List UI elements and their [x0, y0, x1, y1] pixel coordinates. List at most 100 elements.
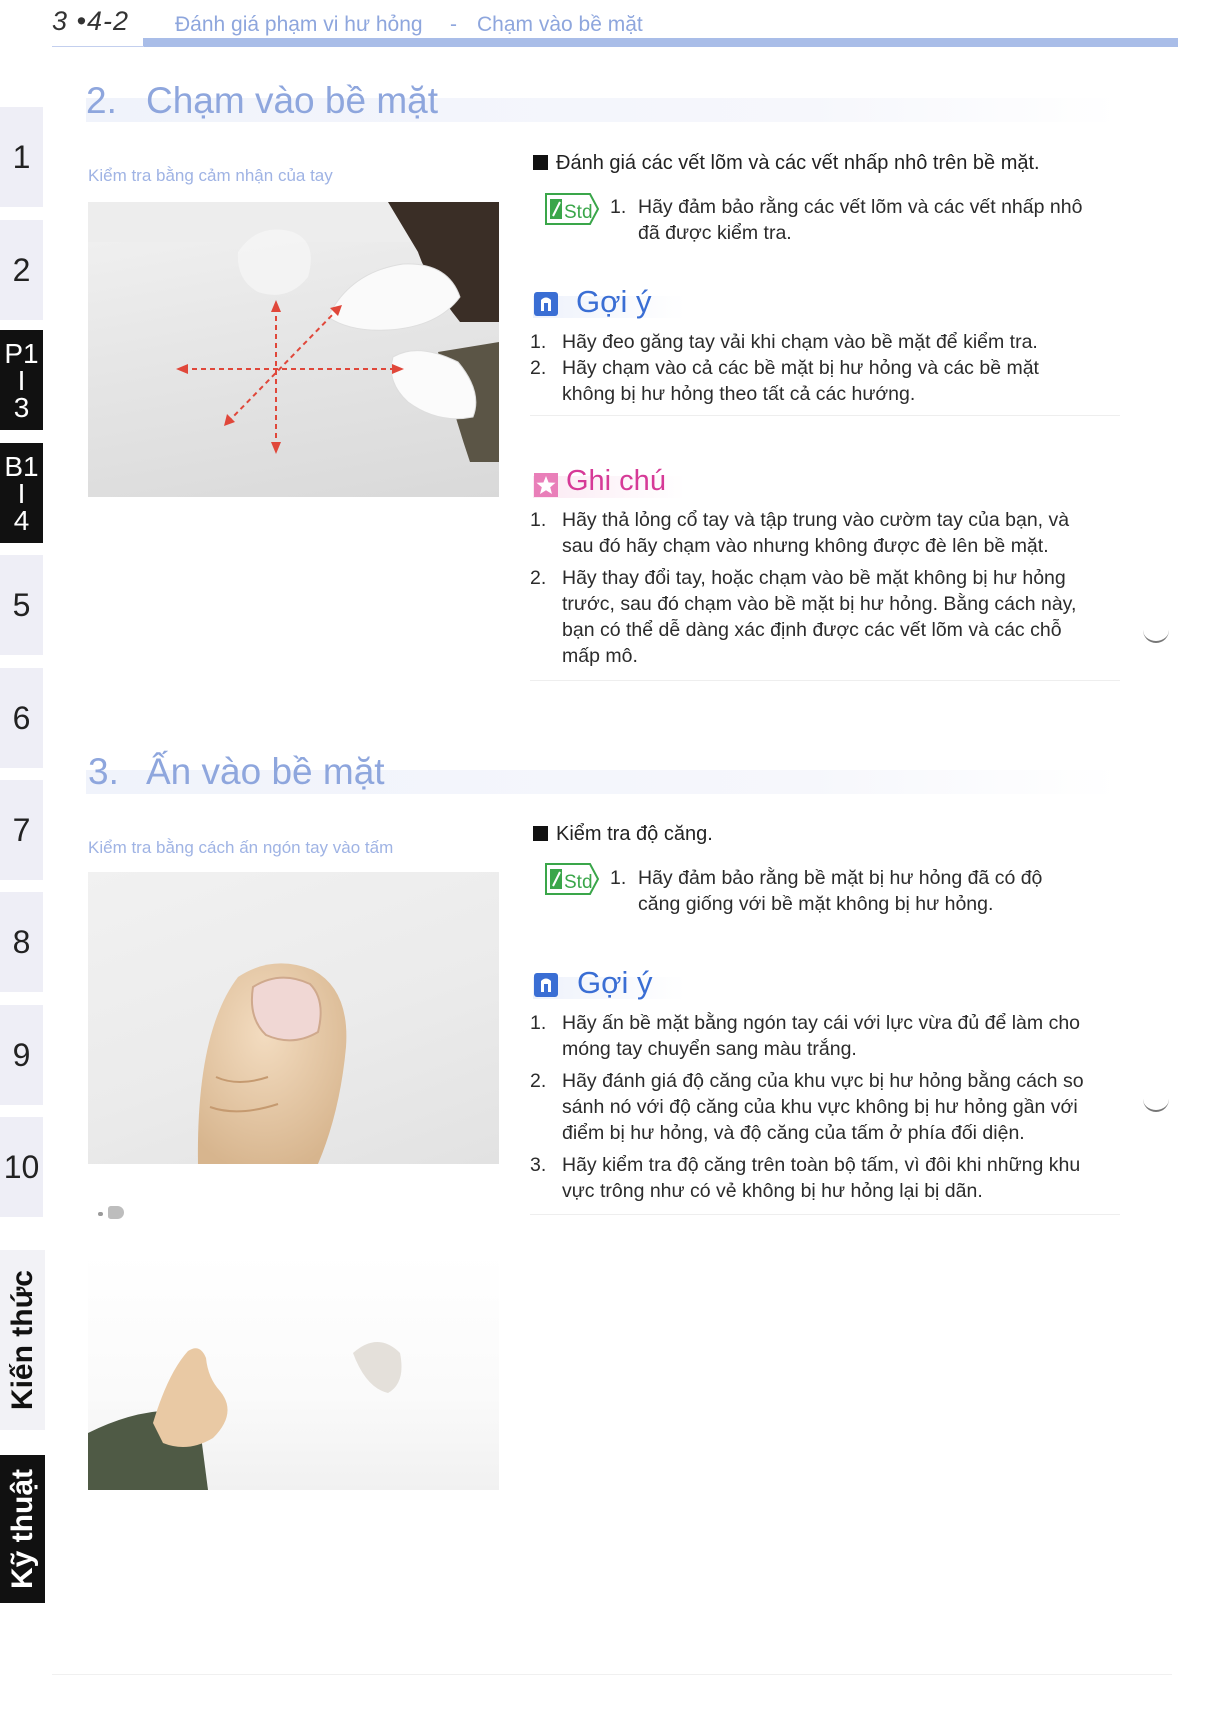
- item-line: Hãy đảm bảo rằng bề mặt bị hư hỏng đã có…: [638, 867, 1043, 889]
- side-tab-label: 2: [12, 251, 31, 288]
- side-tab-line: 4: [13, 504, 30, 536]
- item-line: mấp mô.: [562, 645, 638, 667]
- photo-thumb-pressing-panel: [88, 872, 499, 1164]
- side-tab-ky-thuat[interactable]: Kỹ thuật: [0, 1455, 45, 1603]
- section-2-title: Chạm vào bề mặt: [146, 80, 439, 121]
- star-icon: [533, 472, 559, 498]
- side-tab-2[interactable]: 2: [0, 220, 43, 320]
- divider: [530, 1214, 1120, 1215]
- side-tab-line: I: [17, 477, 26, 509]
- side-tab-label: 5: [12, 586, 31, 623]
- section-2-note-2: 2. Hãy thay đổi tay, hoặc chạm vào bề mặ…: [530, 565, 1130, 669]
- item-line: vực trông như có vẻ không bị hư hỏng lại…: [562, 1180, 983, 1202]
- item-line: bạn có thể dễ dàng xác định được các vết…: [562, 619, 1062, 641]
- footer-rule: [52, 1674, 1172, 1675]
- item-line: căng giống với bề mặt không bị hư hỏng.: [638, 893, 994, 915]
- section-2-note-title: Ghi chú: [566, 465, 666, 497]
- photo-illustration: [88, 1342, 402, 1490]
- item-number: 1.: [610, 196, 627, 218]
- item-number: 3.: [530, 1154, 547, 1176]
- tip-lightbulb-icon: [533, 291, 559, 317]
- item-line: Hãy đeo găng tay vải khi chạm vào bề mặt…: [562, 331, 1038, 353]
- std-badge-icon: Std: [544, 862, 600, 896]
- photo-gloved-hands-touching: [88, 202, 499, 497]
- tip-lightbulb-icon: [533, 972, 559, 998]
- header-topic: Chạm vào bề mặt: [477, 13, 643, 36]
- item-line: điểm bị hư hỏng, và độ căng của tấm ở ph…: [562, 1122, 1025, 1144]
- side-tab-line: B1: [4, 450, 39, 482]
- header-underline: [52, 46, 144, 47]
- side-tab-label: 9: [12, 1036, 31, 1073]
- section-2-tip-2: 2. Hãy chạm vào cả các bề mặt bị hư hỏng…: [530, 355, 1130, 407]
- item-number: 1.: [530, 509, 547, 531]
- side-tab-line: P1: [4, 337, 39, 369]
- side-tab-line: 3: [13, 391, 30, 423]
- item-line: Hãy chạm vào cả các bề mặt bị hư hỏng và…: [562, 357, 1039, 379]
- side-tab-label: 7: [12, 811, 31, 848]
- section-3-tip-2: 2. Hãy đánh giá độ căng của khu vực bị h…: [530, 1068, 1130, 1146]
- item-number: 2.: [530, 1070, 547, 1092]
- photo-illustration: [197, 963, 347, 1164]
- header-chapter: Đánh giá phạm vi hư hỏng: [175, 13, 423, 36]
- item-line: móng tay chuyển sang màu trắng.: [562, 1038, 857, 1060]
- section-2-photo-caption: Kiểm tra bằng cảm nhận của tay: [88, 166, 333, 185]
- side-tab-10[interactable]: 10: [0, 1117, 43, 1217]
- section-3-title: Ấn vào bề mặt: [146, 751, 385, 792]
- section-2-bullet: Đánh giá các vết lõm và các vết nhấp nhô…: [533, 152, 1040, 175]
- std-label: Std: [564, 202, 593, 223]
- item-line: sánh nó với độ căng của khu vực không bị…: [562, 1096, 1078, 1118]
- photo-hand-pointing-panel: [88, 1253, 499, 1490]
- divider: [530, 680, 1120, 681]
- item-number: 1.: [530, 1012, 547, 1034]
- photo-illustration: [88, 202, 499, 462]
- binding-hole-mark: [1143, 615, 1169, 643]
- section-3-bullet-text: Kiểm tra độ căng.: [556, 823, 713, 845]
- side-tab-kien-thuc[interactable]: Kiến thức: [0, 1250, 45, 1430]
- square-bullet-icon: [533, 155, 548, 170]
- item-line: Hãy thay đổi tay, hoặc chạm vào bề mặt k…: [562, 567, 1066, 589]
- item-number: 2.: [530, 357, 547, 379]
- item-line: không bị hư hỏng theo tất cả các hướng.: [562, 383, 916, 405]
- header-bar: [143, 38, 1178, 47]
- std-badge-icon: Std: [544, 192, 600, 226]
- section-3-number: 3.: [88, 751, 119, 792]
- section-3-std-item: 1. Hãy đảm bảo rằng bề mặt bị hư hỏng đã…: [610, 865, 1130, 921]
- item-line: sau đó hãy chạm vào nhưng không được đè …: [562, 535, 1049, 557]
- std-label: Std: [564, 872, 593, 893]
- item-line: Hãy đánh giá độ căng của khu vực bị hư h…: [562, 1070, 1084, 1092]
- side-tab-6[interactable]: 6: [0, 668, 43, 768]
- item-line: Hãy đảm bảo rằng các vết lõm và các vết …: [638, 196, 1083, 218]
- side-tab-label: 1: [12, 138, 31, 175]
- side-tab-label: Kiến thức: [5, 1269, 39, 1411]
- side-tab-1[interactable]: 1: [0, 107, 43, 207]
- photo-marker-icon: [108, 1206, 124, 1219]
- item-line: Hãy thả lỏng cổ tay và tập trung vào cườ…: [562, 509, 1070, 531]
- binding-hole-mark: [1143, 1084, 1169, 1112]
- side-tab-label: 6: [12, 699, 31, 736]
- side-tab-label: 8: [12, 923, 31, 960]
- side-tab-8[interactable]: 8: [0, 892, 43, 992]
- section-3-tip-3: 3. Hãy kiểm tra độ căng trên toàn bộ tấm…: [530, 1152, 1130, 1204]
- side-tab-5[interactable]: 5: [0, 555, 43, 655]
- section-2-note-1: 1. Hãy thả lỏng cổ tay và tập trung vào …: [530, 507, 1130, 559]
- section-3-photo-caption: Kiểm tra bằng cách ấn ngón tay vào tấm: [88, 838, 394, 857]
- section-2-tip-title: Gợi ý: [576, 284, 652, 319]
- side-tab-b1-4[interactable]: B1 I 4: [0, 443, 43, 543]
- photo-marker-dot: [98, 1212, 103, 1216]
- section-2-bullet-text: Đánh giá các vết lõm và các vết nhấp nhô…: [556, 152, 1040, 174]
- side-tab-9[interactable]: 9: [0, 1005, 43, 1105]
- item-line: trước, sau đó chạm vào bề mặt bị hư hỏng…: [562, 593, 1077, 615]
- header-separator: -: [450, 13, 457, 36]
- side-tab-label: 10: [3, 1148, 40, 1185]
- section-3-tip-1: 1. Hãy ấn bề mặt bằng ngón tay cái với l…: [530, 1010, 1130, 1062]
- item-number: 1.: [610, 867, 627, 889]
- section-2-number: 2.: [86, 80, 117, 121]
- item-line: Hãy kiểm tra độ căng trên toàn bộ tấm, v…: [562, 1154, 1081, 1176]
- side-tab-label: Kỹ thuật: [5, 1469, 39, 1589]
- item-number: 2.: [530, 567, 547, 589]
- side-tab-line: I: [17, 364, 26, 396]
- divider: [530, 415, 1120, 416]
- item-line: Hãy ấn bề mặt bằng ngón tay cái với lực …: [562, 1012, 1081, 1034]
- side-tab-7[interactable]: 7: [0, 780, 43, 880]
- side-tab-p1-3[interactable]: P1 I 3: [0, 330, 43, 430]
